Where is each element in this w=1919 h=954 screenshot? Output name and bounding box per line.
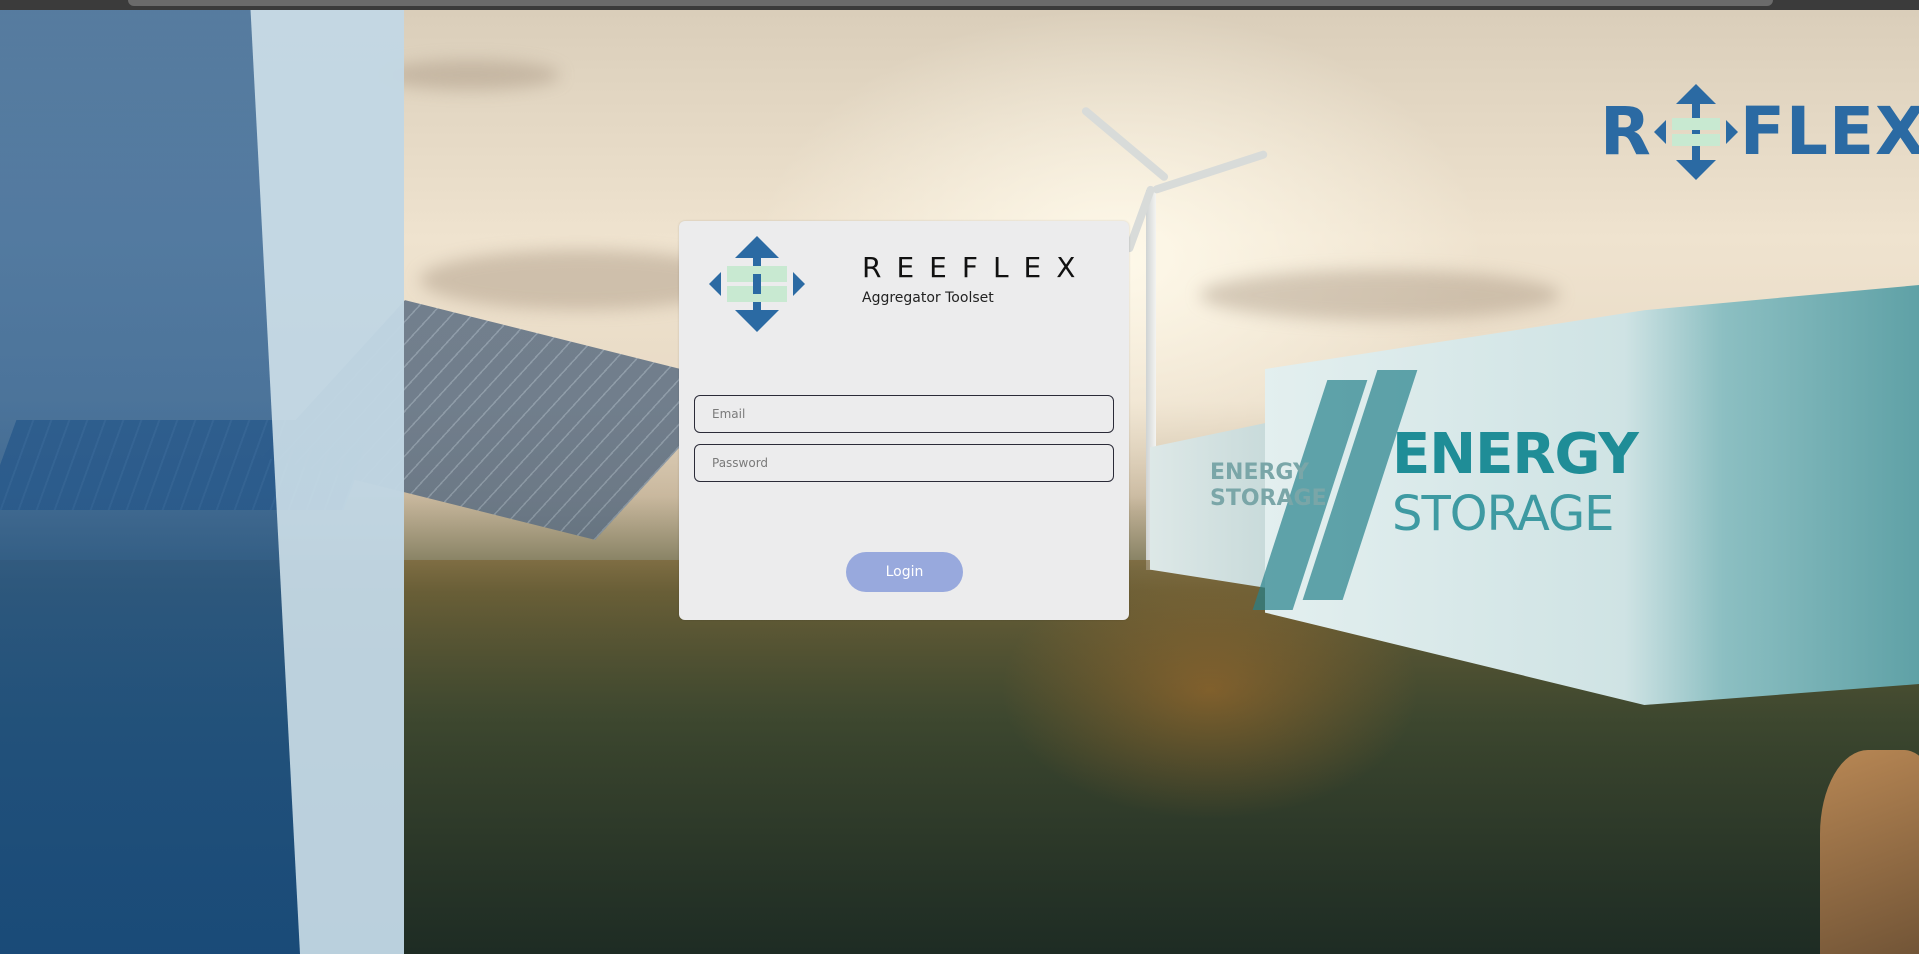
top-logo-flex-text: FLEX	[1739, 93, 1919, 170]
background-cloud	[380, 60, 560, 90]
background-energy-small-label: ENERGY STORAGE	[1210, 460, 1327, 512]
top-logo-letter-r: R	[1600, 93, 1652, 170]
background-energy-small-text: ENERGY	[1210, 460, 1309, 485]
email-field[interactable]	[694, 395, 1114, 433]
reeflex-arrows-icon	[707, 234, 807, 334]
reeflex-arrows-icon	[1653, 84, 1738, 180]
login-card: REEFLEX Aggregator Toolset Login	[679, 221, 1129, 620]
brand-subtitle: Aggregator Toolset	[862, 290, 994, 306]
password-field[interactable]	[694, 444, 1114, 482]
background-energy-label: ENERGY	[1392, 422, 1639, 487]
browser-top-bar-tab	[128, 0, 1773, 6]
top-right-logo: R FLEX	[1600, 84, 1919, 180]
browser-top-bar	[0, 0, 1919, 10]
background-cloud	[1200, 270, 1560, 320]
background-storage-small-text: STORAGE	[1210, 486, 1327, 511]
background-rock	[1820, 750, 1919, 954]
brand-title: REEFLEX	[862, 251, 1091, 284]
login-button[interactable]: Login	[846, 552, 963, 592]
background-storage-label: STORAGE	[1392, 486, 1614, 542]
